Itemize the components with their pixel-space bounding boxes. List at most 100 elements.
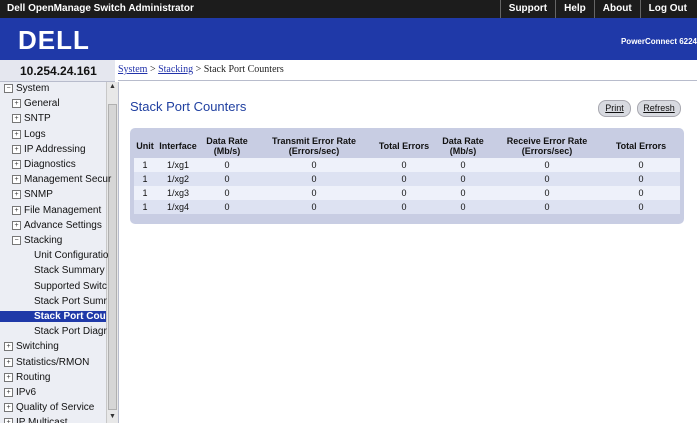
scroll-thumb[interactable] [108, 104, 117, 410]
support-link[interactable]: Support [499, 0, 555, 18]
column-header: Transmit Error Rate (Errors/sec) [271, 135, 357, 156]
about-link[interactable]: About [593, 0, 640, 18]
refresh-button[interactable]: Refresh [637, 100, 681, 117]
sidebar-item-label: Stacking [24, 235, 63, 246]
table-cell: 0 [602, 158, 680, 172]
sidebar-item-unit-configuratio[interactable]: Unit Configuratio [34, 250, 108, 261]
expand-icon[interactable]: + [12, 129, 21, 139]
sidebar-item-label: Routing [16, 371, 51, 383]
sidebar-item-stack-port-sumr[interactable]: Stack Port Sumr [34, 296, 107, 307]
table-cell: 0 [434, 186, 492, 200]
sidebar-item-label: Stack Port Diagr [34, 326, 107, 338]
expand-icon[interactable]: + [12, 114, 21, 124]
table-row: 1 1/xg3 0 0 0 0 0 0 [134, 186, 680, 200]
table-row: 1 1/xg1 0 0 0 0 0 0 [134, 158, 680, 172]
table-cell: 1/xg2 [156, 172, 200, 186]
sidebar-item-label: Logs [24, 128, 46, 140]
collapse-icon[interactable]: − [4, 84, 13, 93]
sidebar-item-advance-settings[interactable]: + Advance Settings [12, 220, 102, 231]
sidebar-item-label: File Management [24, 204, 102, 216]
print-button[interactable]: Print [598, 100, 631, 117]
table-row: 1 1/xg2 0 0 0 0 0 0 [134, 172, 680, 186]
sidebar-item-stacking[interactable]: − Stacking [12, 235, 62, 246]
table-row: 1 1/xg4 0 0 0 0 0 0 [134, 200, 680, 214]
sidebar-item-sntp[interactable]: + SNTP [12, 113, 51, 124]
dell-logo: DELL [18, 25, 90, 55]
expand-icon[interactable]: + [12, 190, 21, 200]
sidebar-item-stack-port-cou[interactable]: Stack Port Cou [0, 311, 106, 322]
table-cell: 0 [492, 158, 602, 172]
sidebar-item-general[interactable]: + General [12, 98, 60, 109]
expand-icon[interactable]: + [12, 220, 21, 230]
column-header: Unit [136, 140, 154, 151]
top-links: Support Help About Log Out [499, 0, 695, 18]
collapse-icon[interactable]: − [12, 236, 21, 245]
table-cell: 0 [434, 172, 492, 186]
sidebar-item-statistics-rmon[interactable]: + Statistics/RMON [4, 357, 89, 368]
top-bar: Dell OpenManage Switch Administrator Sup… [0, 0, 697, 18]
divider [118, 80, 697, 81]
product-name: PowerConnect 6224 [620, 37, 697, 46]
expand-icon[interactable]: + [4, 357, 13, 367]
expand-icon[interactable]: + [4, 403, 13, 413]
stack-port-counters-table: Unit Interface Data Rate (Mb/s) Transmit Err… [134, 133, 680, 214]
sidebar-item-label: IP Addressing [24, 143, 86, 155]
expand-icon[interactable]: + [12, 99, 21, 109]
table-cell: 0 [492, 186, 602, 200]
sidebar-item-ipv6[interactable]: + IPv6 [4, 387, 36, 398]
table-cell: 0 [492, 172, 602, 186]
expand-icon[interactable]: + [12, 160, 21, 169]
sidebar-item-label: IP Multicast [16, 417, 68, 423]
sidebar-item-switching[interactable]: + Switching [4, 341, 59, 352]
sidebar-item-supported-switc[interactable]: Supported Switc [34, 281, 107, 292]
expand-icon[interactable]: + [4, 342, 13, 352]
sidebar-item-snmp[interactable]: + SNMP [12, 189, 53, 200]
expand-icon[interactable]: + [12, 205, 21, 215]
table-cell: 1/xg1 [156, 158, 200, 172]
sidebar-item-quality-of-service[interactable]: + Quality of Service [4, 402, 94, 413]
sidebar-item-diagnostics[interactable]: + Diagnostics [12, 159, 76, 170]
sidebar-item-stack-summary[interactable]: Stack Summary [34, 265, 105, 276]
sidebar-item-ip-addressing[interactable]: + IP Addressing [12, 144, 86, 155]
breadcrumb: System > Stacking > Stack Port Counters [118, 64, 284, 75]
breadcrumb-system[interactable]: System [118, 64, 147, 75]
expand-icon[interactable]: + [4, 388, 13, 397]
page-title: Stack Port Counters [130, 99, 247, 114]
breadcrumb-stacking[interactable]: Stacking [158, 64, 193, 75]
sidebar-item-label: Stack Port Cou [34, 311, 106, 322]
sidebar-item-management-secur[interactable]: + Management Secur [12, 174, 111, 185]
sidebar-item-label: IPv6 [16, 387, 37, 398]
table-cell: 0 [374, 186, 434, 200]
table-cell: 0 [200, 158, 254, 172]
sidebar-item-routing[interactable]: + Routing [4, 372, 50, 383]
sidebar-item-stack-port-diagr[interactable]: Stack Port Diagr [34, 326, 107, 337]
sidebar-item-label: General [24, 98, 60, 110]
table-cell: 0 [254, 186, 374, 200]
table-cell: 1 [134, 200, 156, 214]
table-cell: 0 [374, 158, 434, 172]
table-cell: 0 [200, 186, 254, 200]
sidebar-item-label: Switching [16, 341, 59, 353]
scroll-up-icon[interactable]: ▲ [108, 83, 117, 92]
expand-icon[interactable]: + [12, 175, 21, 185]
column-header: Interface [159, 140, 197, 151]
table-cell: 1 [134, 158, 156, 172]
sidebar-tree: ▲ ▼ − System + General + SNTP + Logs + IP Address… [0, 82, 119, 423]
table-cell: 0 [492, 200, 602, 214]
sidebar-item-ip-multicast[interactable]: + IP Multicast [4, 417, 68, 423]
expand-icon[interactable]: + [4, 372, 13, 382]
sidebar-item-system[interactable]: − System [4, 83, 49, 94]
table-cell: 0 [602, 200, 680, 214]
ip-address-bar: 10.254.24.161 [0, 60, 115, 82]
expand-icon[interactable]: + [4, 418, 13, 423]
table-cell: 0 [434, 158, 492, 172]
column-header: Data Rate (Mb/s) [206, 135, 248, 156]
sidebar-item-file-management[interactable]: + File Management [12, 205, 101, 216]
sidebar-item-logs[interactable]: + Logs [12, 129, 46, 140]
help-link[interactable]: Help [555, 0, 594, 18]
sidebar-item-label: Stack Summary [34, 265, 105, 277]
expand-icon[interactable]: + [12, 144, 21, 154]
logout-link[interactable]: Log Out [639, 0, 695, 18]
sidebar-item-label: Advance Settings [24, 219, 102, 231]
scroll-down-icon[interactable]: ▼ [108, 413, 117, 422]
